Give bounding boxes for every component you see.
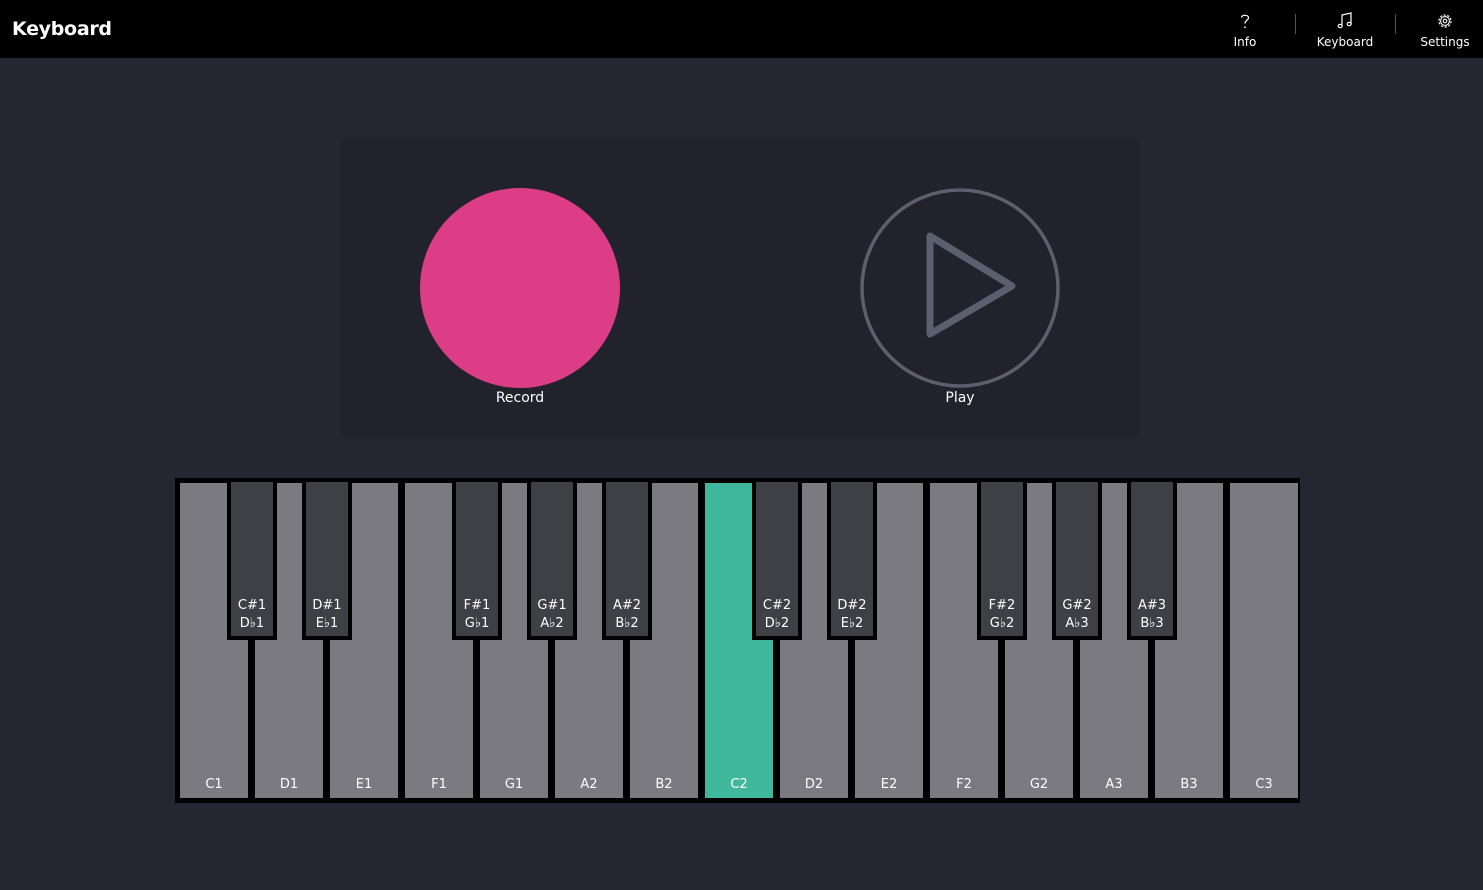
app-bar: Keyboard Info Keyboard Settings [0,0,1483,58]
white-key-label: A2 [580,777,598,792]
black-key-flat-label: A♭3 [1065,616,1089,631]
transport-panel: Record Play [340,138,1140,438]
black-key-sharp-label: C#1 [237,598,267,613]
black-key-face: D#1 E♭1 [306,482,348,636]
black-key-sharp-label: A#3 [1137,598,1167,613]
black-key-flat-label: E♭2 [840,616,864,631]
white-key-label: F1 [431,777,447,792]
nav-keyboard-label: Keyboard [1316,35,1374,49]
black-key-face: G#2 A♭3 [1056,482,1098,636]
black-key-face: G#1 A♭2 [531,482,573,636]
black-key-sharp-label: F#2 [988,598,1016,613]
white-key-label: E1 [355,777,373,792]
black-key-sharp-label: F#1 [463,598,491,613]
black-key[interactable]: A#3 B♭3 [1127,478,1177,640]
black-key[interactable]: C#1 D♭1 [227,478,277,640]
black-key-flat-label: G♭1 [464,616,490,631]
black-key-face: A#2 B♭2 [606,482,648,636]
white-key-label: C2 [730,777,748,792]
black-key-sharp-label: D#2 [837,598,867,613]
black-key[interactable]: C#2 D♭2 [752,478,802,640]
black-key-sharp-label: D#1 [312,598,342,613]
record-button[interactable] [420,188,620,388]
app-title: Keyboard [12,18,112,40]
black-key[interactable]: D#2 E♭2 [827,478,877,640]
white-key-label: A3 [1105,777,1123,792]
black-key-flat-label: G♭2 [989,616,1015,631]
white-key-label: E2 [880,777,898,792]
music-notes-icon [1295,11,1395,31]
black-key-sharp-label: C#2 [762,598,792,613]
black-key[interactable]: G#2 A♭3 [1052,478,1102,640]
nav-settings-button[interactable]: Settings [1395,0,1483,58]
white-key-label: C1 [205,777,223,792]
white-key-label: B2 [655,777,673,792]
black-key[interactable]: F#2 G♭2 [977,478,1027,640]
black-key[interactable]: D#1 E♭1 [302,478,352,640]
black-key-flat-label: B♭2 [615,616,639,631]
black-key[interactable]: F#1 G♭1 [452,478,502,640]
white-key-label: D2 [804,777,824,792]
white-key-label: G1 [504,777,524,792]
black-key[interactable]: G#1 A♭2 [527,478,577,640]
play-label: Play [945,390,975,406]
black-key-face: D#2 E♭2 [831,482,873,636]
black-key-face: C#2 D♭2 [756,482,798,636]
nav-info-button[interactable]: Info [1195,0,1295,58]
black-key-sharp-label: G#2 [1062,598,1092,613]
black-key-flat-label: A♭2 [540,616,564,631]
black-key-flat-label: E♭1 [315,616,339,631]
nav-info-label: Info [1233,35,1257,49]
gear-icon [1395,11,1483,31]
white-key-label: G2 [1029,777,1049,792]
white-key-label: C3 [1255,777,1273,792]
black-key-sharp-label: G#1 [537,598,567,613]
black-key-flat-label: D♭1 [239,616,265,631]
nav-settings-label: Settings [1420,35,1470,49]
white-key-label: F2 [956,777,972,792]
white-key-label: D1 [279,777,299,792]
black-key-sharp-label: A#2 [612,598,642,613]
black-key-face: C#1 D♭1 [231,482,273,636]
black-key-face: F#2 G♭2 [981,482,1023,636]
black-key-face: A#3 B♭3 [1131,482,1173,636]
black-key-flat-label: D♭2 [764,616,790,631]
black-key-flat-label: B♭3 [1140,616,1164,631]
black-key[interactable]: A#2 B♭2 [602,478,652,640]
play-button[interactable] [860,188,1060,388]
white-key-label: B3 [1180,777,1198,792]
white-key[interactable]: C3 [1230,483,1298,798]
black-key-face: F#1 G♭1 [456,482,498,636]
nav-keyboard-button[interactable]: Keyboard [1295,0,1395,58]
play-icon [860,188,1060,388]
question-icon [1195,11,1295,31]
record-label: Record [495,390,545,406]
piano-keyboard: C1 D1 E1 F1 G1 A2 B2 C2 D2 E2 F2 G2 A3 B3 C3 C#1 D♭1 D#1 E… [175,478,1300,803]
